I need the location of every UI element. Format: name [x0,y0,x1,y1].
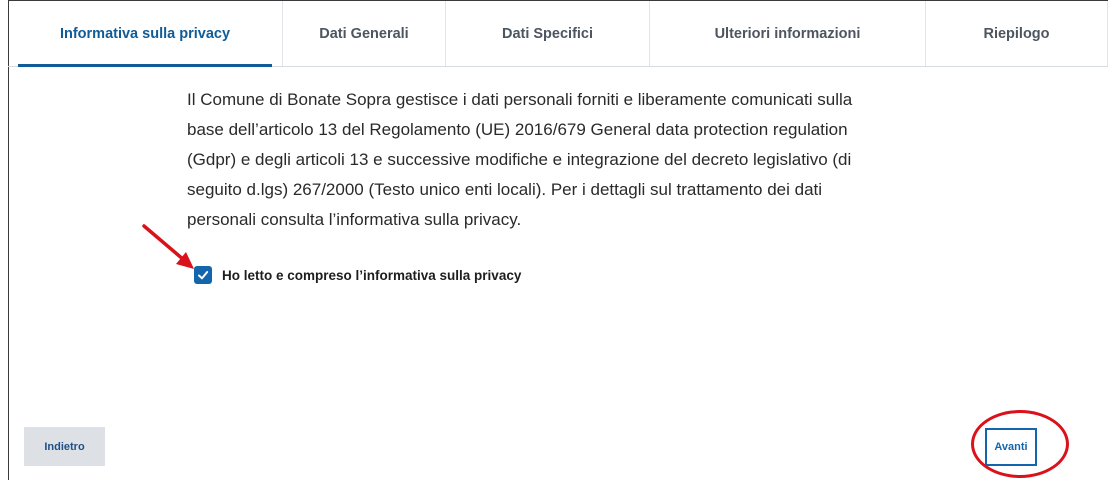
red-arrow-icon [142,224,194,269]
step-tabs: Informativa sulla privacy Dati Generali … [8,1,1108,67]
tab-label: Informativa sulla privacy [59,25,231,42]
checkmark-icon [198,271,209,280]
tab-dati-generali[interactable]: Dati Generali [283,1,446,66]
tab-label: Ulteriori informazioni [714,25,861,42]
tab-riepilogo[interactable]: Riepilogo [926,1,1108,66]
next-button[interactable]: Avanti [985,428,1037,466]
tab-label: Riepilogo [983,25,1050,42]
tab-ulteriori-informazioni[interactable]: Ulteriori informazioni [650,1,926,66]
tab-dati-specifici[interactable]: Dati Specifici [446,1,650,66]
privacy-notice-text: Il Comune di Bonate Sopra gestisce i dat… [187,90,853,229]
tab-label: Dati Specifici [501,25,594,42]
privacy-consent-checkbox[interactable] [194,266,212,284]
privacy-consent-label: Ho letto e compreso l’informativa sulla … [222,267,522,283]
back-button[interactable]: Indietro [24,427,105,466]
tab-label: Dati Generali [319,25,409,42]
privacy-consent-checkbox-row[interactable]: Ho letto e compreso l’informativa sulla … [194,266,521,284]
tab-informativa-privacy[interactable]: Informativa sulla privacy [8,1,283,67]
